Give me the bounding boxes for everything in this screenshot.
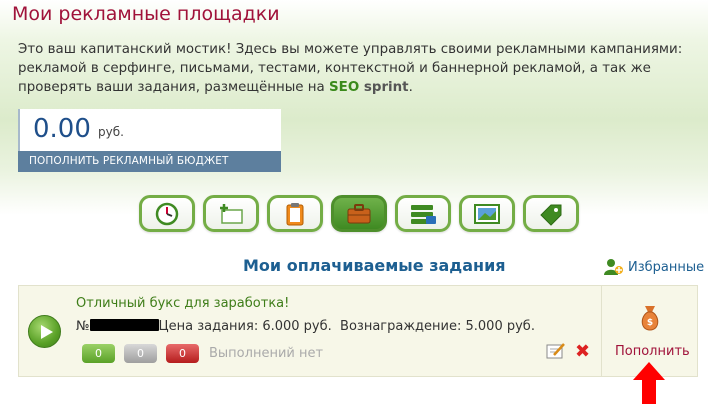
surfing-button[interactable] (139, 195, 195, 232)
counter-pending[interactable]: 0 (124, 344, 157, 363)
task-counters: 0 0 0 Выполнений нет (82, 344, 323, 363)
banner-ads-button[interactable] (459, 195, 515, 232)
task-reward: Вознаграждение: 5.000 руб. (340, 319, 535, 334)
task-title[interactable]: Отличный букс для заработка! (76, 296, 289, 311)
task-details: № Цена задания: 6.000 руб. Вознаграждение… (76, 319, 535, 334)
tasks-button[interactable] (331, 195, 387, 232)
add-campaign-button[interactable] (203, 195, 259, 232)
counter-approved[interactable]: 0 (82, 344, 115, 363)
users-icon (604, 259, 623, 275)
context-ads-button[interactable] (395, 195, 451, 232)
tag-icon (540, 204, 562, 226)
balance-box: 0.00 руб. (18, 109, 281, 151)
tests-button[interactable] (267, 195, 323, 232)
intro-text: Это ваш капитанский мостик! Здесь вы мож… (18, 40, 698, 97)
panel-divider (601, 286, 602, 376)
svg-text:$: $ (647, 318, 653, 328)
banner-icon (474, 203, 500, 224)
tag-button[interactable] (523, 195, 579, 232)
red-arrow-annotation (633, 362, 665, 404)
briefcase-icon (347, 203, 371, 223)
brand-seo: SEO (329, 80, 360, 95)
task-card: Отличный букс для заработка! № Цена задан… (18, 285, 698, 377)
task-number-prefix: № (76, 319, 90, 334)
seosprint-brand[interactable]: SEO sprint (329, 80, 409, 95)
balance-currency: руб. (98, 125, 124, 139)
delete-task-button[interactable]: ✖ (575, 343, 590, 361)
moneybag-icon[interactable]: $ (639, 304, 661, 336)
favorites-link[interactable]: Избранные (604, 258, 704, 276)
topup-task-link[interactable]: Пополнить (615, 344, 690, 359)
list-icon (411, 204, 436, 224)
topup-budget-button[interactable]: ПОПОЛНИТЬ РЕКЛАМНЫЙ БЮДЖЕТ (18, 151, 281, 172)
favorites-label: Избранные (628, 259, 705, 275)
task-price: Цена задания: 6.000 руб. (158, 319, 332, 334)
clipboard-icon (286, 202, 304, 225)
section-title: Мои оплачиваемые задания (243, 256, 506, 275)
completion-status: Выполнений нет (209, 346, 324, 361)
counter-rejected[interactable]: 0 (166, 344, 199, 363)
campaign-toolbar (139, 195, 579, 232)
delete-icon: ✖ (575, 341, 591, 362)
page-title: Мои рекламные площадки (12, 3, 280, 25)
balance-amount: 0.00 (33, 114, 91, 144)
edit-icon (546, 343, 565, 359)
clock-icon (155, 202, 179, 225)
intro-end: . (408, 80, 413, 95)
edit-task-button[interactable] (546, 342, 566, 364)
redacted-task-number (89, 319, 159, 331)
start-task-button[interactable] (28, 315, 61, 348)
add-icon (220, 203, 243, 224)
brand-sprint: sprint (363, 80, 409, 95)
